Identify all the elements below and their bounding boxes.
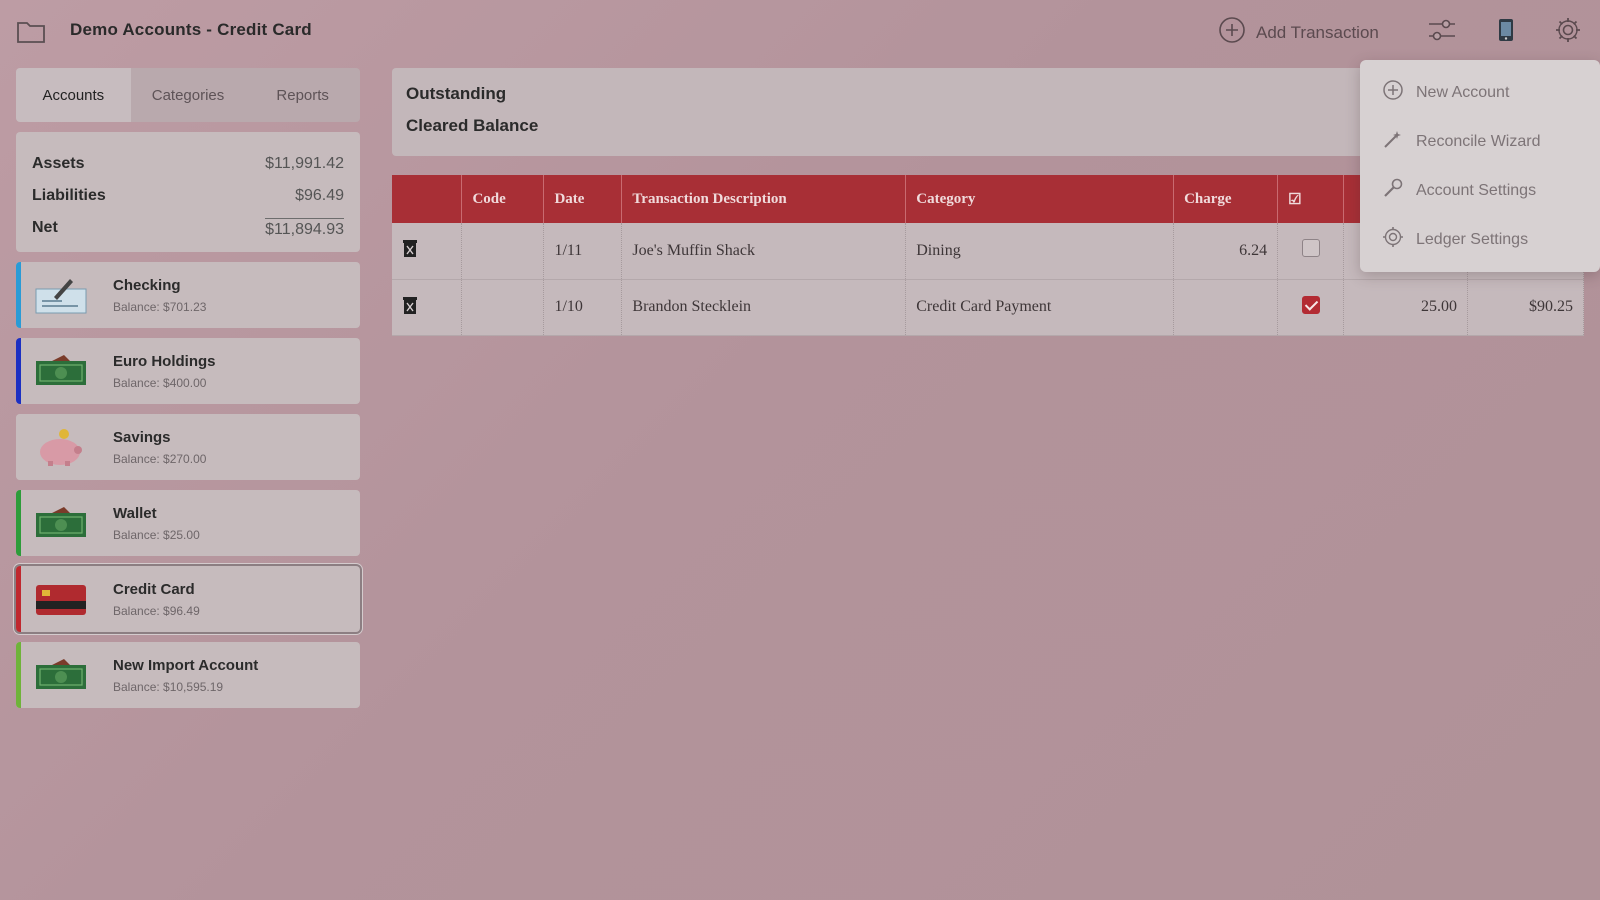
account-color-bar [16,338,21,404]
liabilities-value: $96.49 [295,187,344,204]
menu-item-label: Ledger Settings [1416,230,1529,248]
folder-icon[interactable] [16,18,46,44]
check-icon [34,275,88,315]
account-color-bar [16,414,21,480]
menu-item-label: Reconcile Wizard [1416,132,1541,150]
account-card-new-import-account[interactable]: New Import Account Balance: $10,595.19 [16,642,360,708]
tab-reports[interactable]: Reports [245,68,360,122]
table-row[interactable]: 1/10 Brandon Stecklein Credit Card Payme… [392,279,1585,336]
cell-description[interactable]: Joe's Muffin Shack [621,223,907,280]
account-balance: Balance: $10,595.19 [113,680,224,694]
account-card-euro-holdings[interactable]: Euro Holdings Balance: $400.00 [16,338,360,404]
account-balance: Balance: $96.49 [113,604,200,618]
cell-code[interactable] [461,279,545,336]
account-name: Savings [113,429,171,446]
cleared-checkbox[interactable] [1301,239,1320,258]
column-header-code[interactable]: Code [461,175,545,223]
column-header-cleared[interactable]: ☑ [1277,175,1345,223]
title-bar: Demo Accounts - Credit Card Add Transact… [0,0,1600,62]
add-transaction-label: Add Transaction [1256,22,1379,42]
menu-item-ledger-settings[interactable]: Ledger Settings [1360,215,1600,264]
account-name: Checking [113,277,181,294]
cell-code[interactable] [461,223,545,280]
account-card-credit-card[interactable]: Credit Card Balance: $96.49 [16,566,360,632]
column-header-date[interactable]: Date [543,175,623,223]
account-balance: Balance: $270.00 [113,452,207,466]
gear-icon [1382,226,1404,253]
assets-label: Assets [32,155,85,172]
delete-cell [392,279,463,336]
device-sync-icon[interactable] [1490,14,1522,46]
piggy-bank-icon [34,427,88,467]
app-title: Demo Accounts - Credit Card [70,20,312,39]
column-header-charge[interactable]: Charge [1173,175,1279,223]
liabilities-row: Liabilities $96.49 [32,180,344,212]
account-balance: Balance: $701.23 [113,300,207,314]
menu-item-label: Account Settings [1416,181,1537,199]
cash-icon [34,351,88,391]
assets-row: Assets $11,991.42 [32,148,344,180]
menu-item-label: New Account [1416,83,1510,101]
net-row: Net $11,894.93 [32,212,344,244]
cash-icon [34,655,88,695]
plus-circle-icon [1382,79,1404,106]
column-header-category[interactable]: Category [905,175,1175,223]
account-name: Wallet [113,505,157,522]
account-color-bar [16,262,21,328]
account-color-bar [16,566,21,632]
cash-icon [34,503,88,543]
sidebar-tabs: Accounts Categories Reports [16,68,360,122]
account-card-savings[interactable]: Savings Balance: $270.00 [16,414,360,480]
cell-description[interactable]: Brandon Stecklein [621,279,907,336]
settings-dropdown-menu: New Account Reconcile Wizard Account Set… [1360,60,1600,272]
account-name: Euro Holdings [113,353,216,370]
cell-balance: $90.25 [1467,279,1585,336]
net-value: $11,894.93 [265,217,344,239]
cell-cleared [1277,223,1345,280]
filter-sliders-icon[interactable] [1426,14,1458,46]
account-name: Credit Card [113,581,195,598]
menu-item-new-account[interactable]: New Account [1360,68,1600,117]
cell-charge[interactable]: 6.24 [1173,223,1279,280]
account-color-bar [16,642,21,708]
tab-accounts[interactable]: Accounts [16,68,131,122]
cell-cleared [1277,279,1345,336]
column-header-description[interactable]: Transaction Description [621,175,907,223]
account-balance: Balance: $400.00 [113,376,207,390]
trash-icon[interactable] [402,240,418,262]
plus-circle-icon [1218,16,1246,49]
net-label: Net [32,219,58,236]
trash-icon[interactable] [402,296,418,319]
tab-categories[interactable]: Categories [131,68,246,122]
account-name: New Import Account [113,657,259,674]
menu-item-account-settings[interactable]: Account Settings [1360,166,1600,215]
menu-item-reconcile-wizard[interactable]: Reconcile Wizard [1360,117,1600,166]
account-balance: Balance: $25.00 [113,528,200,542]
balance-summary: Assets $11,991.42 Liabilities $96.49 Net… [16,132,360,252]
account-card-checking[interactable]: Checking Balance: $701.23 [16,262,360,328]
cell-payment[interactable]: 25.00 [1343,279,1468,336]
wrench-icon [1382,177,1404,204]
add-transaction-button[interactable]: Add Transaction [1218,16,1379,49]
cleared-checkbox[interactable] [1301,295,1320,314]
delete-cell [392,223,463,280]
account-card-wallet[interactable]: Wallet Balance: $25.00 [16,490,360,556]
column-header-actions [392,175,463,223]
cell-category[interactable]: Credit Card Payment [905,279,1175,336]
gear-icon[interactable] [1552,14,1584,46]
assets-value: $11,991.42 [265,155,344,172]
wand-icon [1382,128,1404,155]
cell-category[interactable]: Dining [905,223,1175,280]
account-color-bar [16,490,21,556]
cell-date[interactable]: 1/11 [543,223,623,280]
liabilities-label: Liabilities [32,187,106,204]
cell-date[interactable]: 1/10 [543,279,623,336]
credit-card-icon [34,579,88,619]
cell-charge[interactable] [1173,279,1279,336]
